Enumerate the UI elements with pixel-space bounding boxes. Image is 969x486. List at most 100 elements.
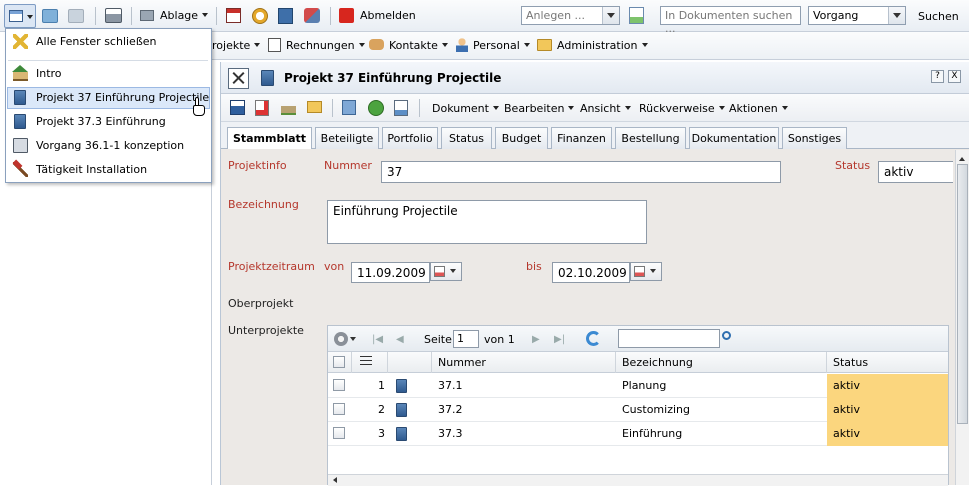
report-icon[interactable] [394,100,408,116]
suchen-button[interactable]: Suchen [918,10,959,23]
ablage-icon [140,10,154,21]
settings-icon[interactable] [334,332,348,346]
menu-item-vorgang[interactable]: Vorgang 36.1-1 konzeption [6,135,211,157]
tab-beteiligte[interactable]: Beteiligte [315,127,379,149]
page-number-input[interactable]: 1 [453,330,479,348]
tab-stammblatt[interactable]: Stammblatt [227,127,312,150]
row-bezeichnung: Einführung [622,427,683,440]
grid-horizontal-scrollbar[interactable] [328,474,948,486]
first-page-icon[interactable]: |◀ [372,334,383,345]
table-row[interactable]: 3 37.3 Einführung aktiv [328,422,948,446]
scroll-left-icon[interactable] [330,477,337,483]
row-checkbox[interactable] [333,427,345,439]
tab-status[interactable]: Status [441,127,492,149]
tab-budget[interactable]: Budget [495,127,548,149]
prev-page-icon[interactable]: ◀ [396,334,404,345]
save-icon[interactable] [230,100,245,115]
chevron-down-icon [27,15,33,22]
tab-sonstiges[interactable]: Sonstiges [782,127,847,149]
anlegen-select[interactable]: Anlegen ... [521,6,620,25]
notebook-icon[interactable] [278,8,293,24]
bis-date-field[interactable]: 02.10.2009 [552,262,630,283]
row-checkbox[interactable] [333,379,345,391]
forward-icon[interactable] [68,9,84,23]
abmelden-button[interactable]: Abmelden [339,8,416,23]
menu-dokument-label: Dokument [432,102,489,115]
status-field[interactable]: aktiv [878,161,953,183]
bis-label: bis [526,260,542,273]
projektzeitraum-label: Projektzeitraum [228,260,315,273]
menu-item-taetigkeit[interactable]: Tätigkeit Installation [6,159,211,181]
von-date-field[interactable]: 11.09.2009 [351,262,430,283]
table-row[interactable]: 2 37.2 Customizing aktiv [328,398,948,422]
form-vertical-scrollbar[interactable] [955,150,969,485]
new-document-icon[interactable] [629,7,644,24]
cube-icon[interactable] [304,8,320,23]
next-page-icon[interactable]: ▶ [532,334,540,345]
main-menu-bar: rojekte Rechnungen Kontakte Personal Adm… [212,32,969,60]
menu-item-label: Projekt 37.3 Einführung [36,115,166,128]
von-calendar-button[interactable] [430,262,462,281]
menu-dokument[interactable]: Dokument [432,102,499,115]
calendar-icon[interactable] [226,8,241,23]
separator [131,7,132,25]
approve-icon[interactable] [368,100,384,116]
back-icon[interactable] [42,9,58,23]
row-index: 3 [378,427,385,440]
tab-dokumentation[interactable]: Dokumentation [689,127,779,149]
menu-projekte[interactable]: rojekte [212,39,261,52]
window-menu-button[interactable] [4,4,36,28]
menu-rechnungen[interactable]: Rechnungen [268,38,365,52]
status-label: Status [835,159,871,172]
menu-ansicht[interactable]: Ansicht [580,102,631,115]
table-row[interactable]: 1 37.1 Planung aktiv [328,374,948,398]
tab-finanzen[interactable]: Finanzen [551,127,612,149]
select-all-checkbox[interactable] [333,356,345,368]
print-icon[interactable] [105,8,122,23]
scrollbar-thumb[interactable] [957,164,968,424]
bezeichnung-field[interactable]: Einführung Projectile [327,200,647,244]
menu-rechnungen-label: Rechnungen [286,39,355,52]
menu-bearbeiten[interactable]: Bearbeiten [504,102,575,115]
tab-portfolio[interactable]: Portfolio [382,127,438,149]
ablage-menu[interactable]: Ablage [140,9,209,22]
nummer-field[interactable]: 37 [381,161,781,183]
row-nummer: 37.3 [438,427,463,440]
timer-icon[interactable] [252,8,268,24]
menu-item-close-all[interactable]: Alle Fenster schließen [6,31,211,53]
refresh-icon[interactable] [586,331,601,346]
bis-calendar-button[interactable] [630,262,662,281]
upload-icon[interactable] [281,99,296,115]
header-select-col [328,352,352,373]
menu-item-intro[interactable]: Intro [6,63,211,85]
von-label: von [324,260,345,273]
menu-item-projekt-37-3[interactable]: Projekt 37.3 Einführung [6,111,211,133]
menu-bearbeiten-label: Bearbeiten [504,102,565,115]
menu-personal[interactable]: Personal [455,38,530,52]
row-index: 1 [378,379,385,392]
delete-icon[interactable] [255,100,269,116]
help-button[interactable]: ? [931,70,944,83]
menu-item-projekt-37[interactable]: Projekt 37 Einführung Projectile [7,87,210,109]
folder-open-icon[interactable] [307,101,322,113]
header-status[interactable]: Status [827,352,948,373]
menu-administration[interactable]: Administration [537,39,648,52]
tab-bestellung[interactable]: Bestellung [615,127,686,149]
separator [330,7,331,25]
menu-aktionen[interactable]: Aktionen [729,102,788,115]
header-nummer[interactable]: Nummer [432,352,616,373]
row-checkbox[interactable] [333,403,345,415]
menu-rueckverweise[interactable]: Rückverweise [639,102,725,115]
menu-kontakte[interactable]: Kontakte [369,39,448,52]
search-input[interactable]: In Dokumenten suchen ... [660,6,801,35]
search-scope-select[interactable]: Vorgang [808,6,906,25]
grid-filter-input[interactable] [618,329,720,348]
menu-projekte-label: rojekte [212,39,251,52]
header-bezeichnung[interactable]: Bezeichnung [616,352,827,373]
search-icon[interactable] [722,331,731,340]
scroll-up-icon[interactable] [959,154,965,161]
window-close-button[interactable]: X [948,70,961,83]
close-panel-button[interactable] [228,68,249,89]
copy-icon[interactable] [342,100,356,115]
last-page-icon[interactable]: ▶| [554,334,565,345]
